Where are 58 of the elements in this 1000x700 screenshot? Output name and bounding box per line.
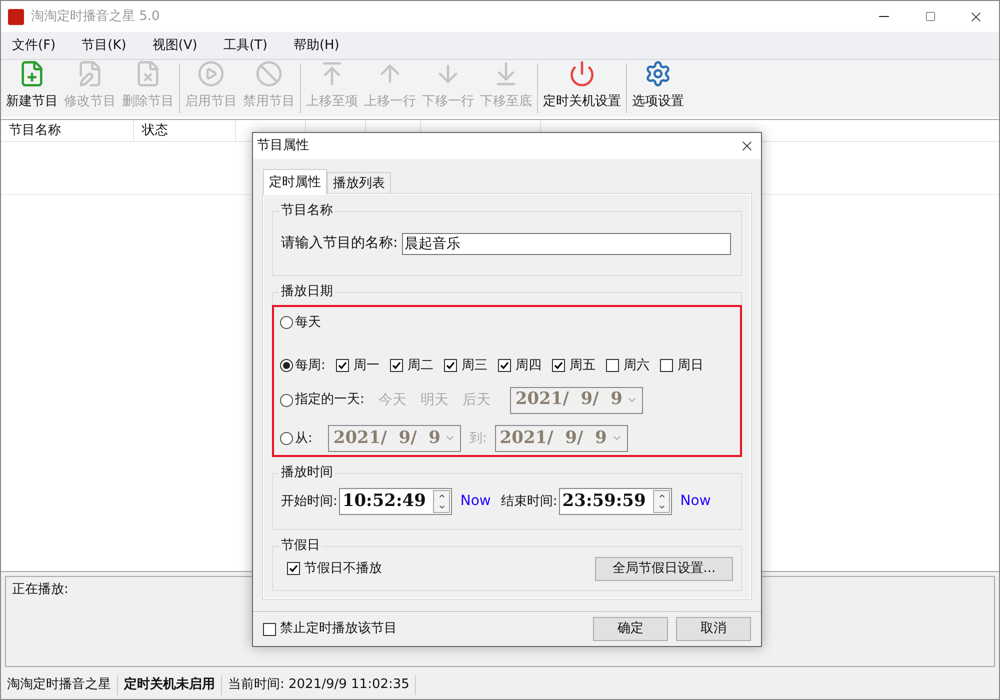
- end-time-label: 结束时间:: [500, 492, 558, 511]
- power-icon: [568, 60, 596, 88]
- dialog-button[interactable]: 取消: [676, 617, 751, 641]
- weekday-checkbox[interactable]: 周日: [660, 356, 704, 376]
- name-label: 请输入节目的名称:: [281, 234, 398, 253]
- check-icon: [289, 564, 298, 573]
- weekday-checkbox[interactable]: 周二: [390, 356, 434, 376]
- toolbar-button[interactable]: 新建节目: [3, 60, 61, 117]
- holiday-checkbox[interactable]: 节假日不播放: [287, 558, 382, 578]
- spin-buttons[interactable]: [653, 490, 670, 513]
- check-icon: [446, 361, 456, 370]
- weekday-checkbox[interactable]: 周四: [498, 356, 542, 376]
- menu-item[interactable]: 帮助(H): [286, 36, 346, 56]
- settings-icon: [644, 60, 672, 88]
- weekday-checkbox[interactable]: 周一: [336, 356, 380, 376]
- toolbar-button[interactable]: 定时关机设置: [540, 60, 624, 117]
- column-header[interactable]: 节目名称: [1, 120, 134, 141]
- radio-option[interactable]: 指定的一天:: [280, 390, 364, 410]
- menu-item[interactable]: 文件(F): [5, 36, 63, 56]
- menu-item[interactable]: 视图(V): [145, 36, 204, 56]
- window-title: 淘淘定时播音之星 5.0: [31, 8, 160, 26]
- time-field[interactable]: 23:59:59: [559, 488, 672, 515]
- status-text: 当前时间: 2021/9/9 11:02:35: [222, 675, 416, 695]
- check-icon: [554, 361, 564, 370]
- spin-buttons[interactable]: [433, 490, 450, 513]
- weekday-checkbox[interactable]: 周六: [606, 356, 650, 376]
- holiday-settings-button[interactable]: 全局节假日设置...: [595, 556, 733, 580]
- check-icon: [338, 361, 348, 370]
- now-link[interactable]: Now: [680, 491, 711, 512]
- column-header[interactable]: 状态: [134, 120, 236, 141]
- dialog-button[interactable]: 确定: [593, 617, 668, 641]
- play-icon: [197, 60, 225, 88]
- weekday-checkbox[interactable]: 周五: [552, 356, 596, 376]
- time-field[interactable]: 10:52:49: [339, 488, 452, 515]
- status-text: 定时关机未启用: [118, 675, 222, 695]
- toolbar-button[interactable]: 选项设置: [629, 60, 687, 117]
- radio-option[interactable]: 每天: [280, 313, 734, 332]
- dialog-title: 节目属性: [257, 137, 309, 156]
- app-logo-icon: [8, 8, 24, 24]
- minimize-icon: [879, 16, 889, 17]
- check-icon: [500, 361, 510, 370]
- to-label: 到:: [469, 430, 487, 448]
- now-link[interactable]: Now: [460, 491, 491, 512]
- ban-icon: [255, 60, 283, 88]
- radio-option[interactable]: 从:: [280, 428, 312, 448]
- start-time-label: 开始时间:: [281, 492, 338, 511]
- radio-option[interactable]: 每周:: [280, 356, 326, 376]
- disable-checkbox[interactable]: 禁止定时播放该节目: [263, 619, 397, 639]
- maximize-icon: [924, 11, 936, 22]
- status-text: 淘淘定时播音之星: [1, 675, 118, 695]
- now-playing-label: 正在播放:: [12, 582, 68, 597]
- tab[interactable]: 播放列表: [327, 172, 391, 194]
- name-field[interactable]: 晨起音乐: [402, 232, 731, 254]
- weekday-checkbox[interactable]: 周三: [444, 356, 488, 376]
- check-icon: [392, 361, 402, 370]
- menu-item[interactable]: 节目(K): [74, 36, 134, 56]
- menu-item[interactable]: 工具(T): [216, 36, 274, 56]
- tab[interactable]: 定时属性: [263, 169, 327, 195]
